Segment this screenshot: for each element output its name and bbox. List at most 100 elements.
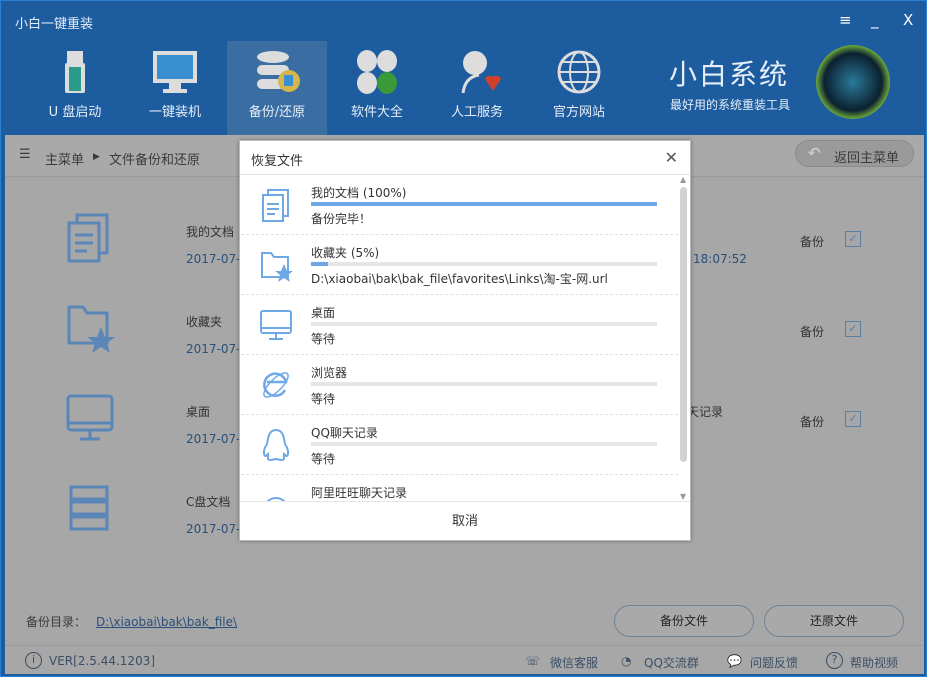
restore-item-list: 我的文档 (100%) 备份完毕！ 收藏夹 (5%) D:\xiaobai\bak\… — [241, 175, 678, 501]
brand-logo-icon — [816, 45, 890, 119]
row-checkbox[interactable]: ✓ — [845, 411, 861, 427]
help-icon: ? — [826, 652, 843, 669]
nav-manual-service[interactable]: 人工服务 — [427, 41, 527, 135]
row-time-fragment: 18:07:52 — [693, 252, 747, 266]
row-checkbox[interactable]: ✓ — [845, 231, 861, 247]
usb-drive-icon — [51, 49, 99, 95]
nav-one-click-install[interactable]: 一键装机 — [125, 41, 225, 135]
scrollbar-thumb[interactable] — [680, 187, 687, 462]
desktop-monitor-icon — [65, 393, 115, 443]
brand-slogan: 最好用的系统重装工具 — [670, 96, 790, 113]
row-checkbox[interactable]: ✓ — [845, 321, 861, 337]
wechat-icon: ☏ — [525, 654, 540, 668]
nav-label: 官方网站 — [553, 105, 605, 120]
restore-dialog: 恢复文件 ✕ 我的文档 (100%) 备份完毕！ 收藏夹 (5%) D:\xiaob… — [239, 140, 691, 541]
nav-software[interactable]: 软件大全 — [327, 41, 427, 135]
list-item: 桌面等待 — [241, 295, 678, 355]
row-name: 收藏夹 — [186, 313, 222, 330]
favorites-folder-icon — [259, 248, 293, 282]
favorites-folder-icon — [65, 303, 115, 353]
aliwangwang-icon — [259, 488, 293, 501]
info-icon: i — [25, 652, 42, 669]
progress-bar — [311, 322, 657, 326]
row-name: C盘文档 — [186, 493, 230, 510]
globe-icon — [555, 49, 603, 95]
return-icon: ↶ — [808, 144, 821, 162]
version-text: VER[2.5.44.1203] — [49, 654, 155, 668]
nav-backup-restore[interactable]: 备份/还原 — [227, 41, 327, 135]
item-name: 浏览器 — [311, 364, 347, 381]
nav-label: U 盘启动 — [49, 105, 102, 120]
nav-usb-boot[interactable]: U 盘启动 — [25, 41, 125, 135]
backup-directory: 备份目录：D:\xiaobai\bak\bak_file\ — [26, 613, 237, 630]
breadcrumb-current: 文件备份和还原 — [109, 149, 200, 168]
item-status: D:\xiaobai\bak\bak_file\favorites\Links\… — [311, 270, 608, 287]
nav-label: 软件大全 — [351, 105, 403, 120]
item-name: 我的文档 (100%) — [311, 184, 407, 201]
help-video-link[interactable]: 帮助视频 — [850, 654, 898, 671]
documents-icon — [65, 213, 115, 263]
menu-button[interactable]: ≡ — [839, 11, 852, 29]
item-status: 等待 — [311, 330, 335, 347]
row-action: 备份 — [800, 323, 824, 340]
row-date: 2017-07- — [186, 432, 240, 446]
list-item: 我的文档 (100%) 备份完毕！ — [241, 175, 678, 235]
cancel-button[interactable]: 取消 — [240, 501, 690, 541]
minimize-button[interactable]: _ — [871, 11, 879, 29]
item-name: 阿里旺旺聊天记录 — [311, 484, 407, 501]
backup-files-button[interactable]: 备份文件 — [614, 605, 754, 637]
row-date: 2017-07- — [186, 342, 240, 356]
progress-fill — [311, 202, 657, 206]
back-to-main-button[interactable]: ↶返回主菜单 — [795, 140, 914, 167]
dialog-title: 恢复文件 — [240, 141, 690, 175]
row-action: 备份 — [800, 413, 824, 430]
brand-name: 小白系统 — [669, 53, 789, 93]
item-name: 桌面 — [311, 304, 335, 321]
list-item: QQ聊天记录等待 — [241, 415, 678, 475]
progress-bar — [311, 442, 657, 446]
scrollbar[interactable]: ▲▼ — [678, 175, 690, 501]
qq-group-link[interactable]: QQ交流群 — [644, 654, 699, 671]
wechat-support-link[interactable]: 微信客服 — [550, 654, 598, 671]
browser-ie-icon — [259, 368, 293, 402]
list-item: 收藏夹 (5%) D:\xiaobai\bak\bak_file\favorite… — [241, 235, 678, 295]
item-status: 等待 — [311, 450, 335, 467]
row-date: 2017-07- — [186, 522, 240, 536]
clover-icon — [353, 49, 401, 95]
row-name-fragment: 天记录 — [687, 403, 723, 420]
nav-label: 人工服务 — [451, 105, 503, 120]
list-item: 浏览器等待 — [241, 355, 678, 415]
database-icon — [253, 49, 301, 95]
monitor-windows-icon — [151, 49, 199, 95]
backup-directory-link[interactable]: D:\xiaobai\bak\bak_file\ — [96, 615, 237, 629]
list-item: 阿里旺旺聊天记录 — [241, 475, 678, 501]
row-name: 桌面 — [186, 403, 210, 420]
nav-label: 备份/还原 — [249, 105, 305, 120]
item-status: 备份完毕！ — [311, 210, 371, 227]
item-name: 收藏夹 (5%) — [311, 244, 379, 261]
restore-files-button[interactable]: 还原文件 — [764, 605, 904, 637]
main-window: 小白一键重装 ≡ _ X U 盘启动 一键装机 备份/还原 软件大全 人工服务 … — [0, 0, 927, 677]
item-name: QQ聊天记录 — [311, 424, 378, 441]
server-drive-icon — [65, 483, 115, 533]
nav-label: 一键装机 — [149, 105, 201, 120]
row-action: 备份 — [800, 233, 824, 250]
qq-icon: ◔ — [621, 654, 631, 668]
status-bar: i VER[2.5.44.1203] ☏ 微信客服 ◔ QQ交流群 💬 问题反馈… — [5, 645, 924, 674]
scroll-down-icon[interactable]: ▼ — [680, 492, 686, 501]
progress-fill — [311, 262, 328, 266]
app-title: 小白一键重装 — [15, 13, 93, 32]
close-button[interactable]: X — [903, 11, 913, 29]
chat-bubble-icon: 💬 — [727, 654, 742, 668]
scroll-up-icon[interactable]: ▲ — [680, 175, 686, 184]
nav-official-site[interactable]: 官方网站 — [529, 41, 629, 135]
breadcrumb-home[interactable]: 主菜单 — [45, 149, 84, 168]
chevron-right-icon: ▶ — [93, 152, 100, 162]
feedback-link[interactable]: 问题反馈 — [750, 654, 798, 671]
dialog-close-button[interactable]: ✕ — [665, 148, 678, 167]
person-heart-icon — [453, 49, 501, 95]
desktop-monitor-icon — [259, 308, 293, 342]
progress-bar — [311, 382, 657, 386]
item-status: 等待 — [311, 390, 335, 407]
row-name: 我的文档 — [186, 223, 234, 240]
